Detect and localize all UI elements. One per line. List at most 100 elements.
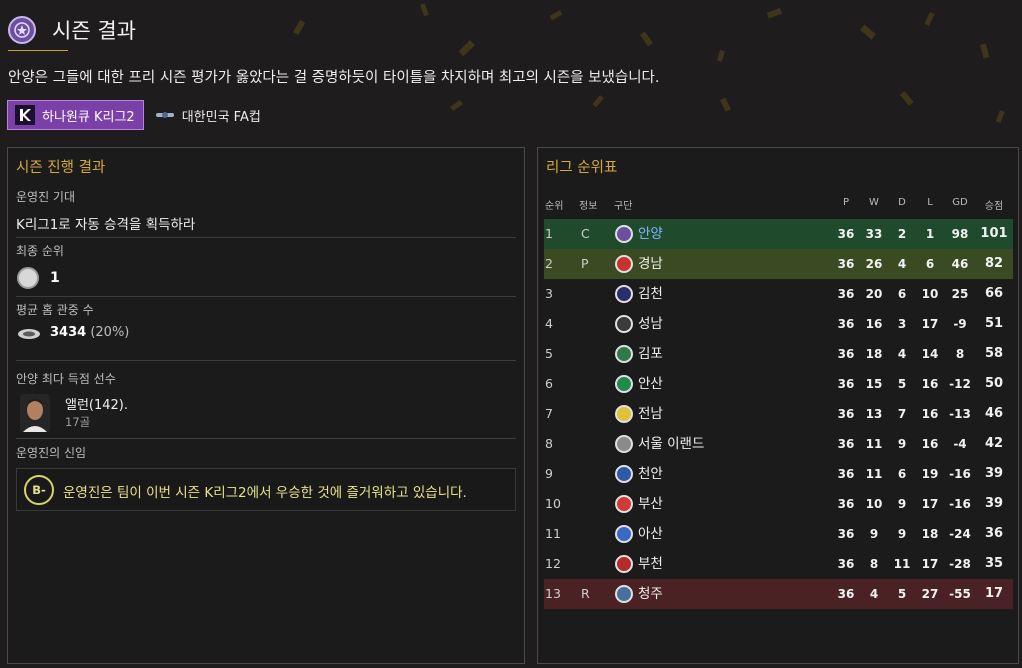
stat-p: 36 xyxy=(837,227,855,241)
table-row[interactable]: 7 전남 36 13 7 16 -13 46 xyxy=(544,399,1013,429)
table-row[interactable]: 6 안산 36 15 5 16 -12 50 xyxy=(544,369,1013,399)
stat-w: 10 xyxy=(865,497,883,511)
team-name-link[interactable]: 안양 xyxy=(638,219,663,249)
stadium-icon xyxy=(18,329,40,339)
stat-w: 26 xyxy=(865,257,883,271)
table-row[interactable]: 1 C 안양 36 33 2 1 98 101 xyxy=(544,219,1013,249)
stat-l: 18 xyxy=(921,527,939,541)
stat-p: 36 xyxy=(837,257,855,271)
stat-l: 17 xyxy=(921,557,939,571)
team-name-link[interactable]: 김포 xyxy=(638,339,663,369)
team-name-link[interactable]: 아산 xyxy=(638,519,663,549)
stat-pts: 101 xyxy=(980,226,1008,241)
league-table-panel: 리그 순위표 순위 정보 구단 P W D L GD 승점 1 C 안양 36 33 2 1… xyxy=(537,147,1019,664)
table-row[interactable]: 4 성남 36 16 3 17 -9 51 xyxy=(544,309,1013,339)
header-pts[interactable]: 승점 xyxy=(980,197,1008,212)
table-row[interactable]: 12 부천 36 8 11 17 -28 35 xyxy=(544,549,1013,579)
stat-gd: 98 xyxy=(951,227,969,241)
stat-gd: -28 xyxy=(949,557,971,571)
season-summary: 안양은 그들에 대한 프리 시즌 평가가 옳았다는 걸 증명하듯이 타이틀을 차… xyxy=(8,70,660,86)
club-crest-icon xyxy=(615,585,633,603)
table-row[interactable]: 3 김천 36 20 6 10 25 66 xyxy=(544,279,1013,309)
stat-gd: -55 xyxy=(949,587,971,601)
header-w[interactable]: W xyxy=(860,197,888,208)
stat-p: 36 xyxy=(837,527,855,541)
stat-p: 36 xyxy=(837,317,855,331)
table-row[interactable]: 5 김포 36 18 4 14 8 58 xyxy=(544,339,1013,369)
top-scorer-label: 안양 최다 득점 선수 xyxy=(16,372,116,386)
stat-pts: 66 xyxy=(984,286,1004,301)
table-row[interactable]: 8 서울 이랜드 36 11 9 16 -4 42 xyxy=(544,429,1013,459)
stat-p: 36 xyxy=(837,347,855,361)
stat-pts: 42 xyxy=(984,436,1004,451)
fa-cup-icon xyxy=(154,104,176,126)
club-crest-icon[interactable] xyxy=(8,16,36,44)
header-l[interactable]: L xyxy=(916,197,944,208)
row-position: 9 xyxy=(545,466,553,481)
top-scorer-name[interactable]: 앨런(142). xyxy=(65,394,128,413)
table-row[interactable]: 2 P 경남 36 26 4 6 46 82 xyxy=(544,249,1013,279)
team-name-link[interactable]: 안산 xyxy=(638,369,663,399)
stat-pts: 35 xyxy=(984,556,1004,571)
title-underline xyxy=(8,50,68,51)
table-row[interactable]: 10 부산 36 10 9 17 -16 39 xyxy=(544,489,1013,519)
header-gd[interactable]: GD xyxy=(946,197,974,208)
stat-w: 13 xyxy=(865,407,883,421)
stat-pts: 17 xyxy=(984,586,1004,601)
stat-pts: 58 xyxy=(984,346,1004,361)
stat-pts: 36 xyxy=(984,526,1004,541)
stat-d: 6 xyxy=(897,467,907,481)
stat-p: 36 xyxy=(837,377,855,391)
header-info[interactable]: 정보 xyxy=(579,197,597,212)
confidence-grade-badge: B- xyxy=(24,475,54,505)
tab-k-league-2[interactable]: 하나원큐 K리그2 xyxy=(7,100,144,130)
tab-fa-cup[interactable]: 대한민국 FA컵 xyxy=(154,100,269,130)
stat-gd: 25 xyxy=(951,287,969,301)
stat-gd: -4 xyxy=(953,437,967,451)
header-pos[interactable]: 순위 xyxy=(545,197,563,212)
stat-p: 36 xyxy=(837,587,855,601)
team-name-link[interactable]: 서울 이랜드 xyxy=(638,429,704,459)
team-name-link[interactable]: 천안 xyxy=(638,459,663,489)
club-crest-icon xyxy=(615,525,633,543)
team-name-link[interactable]: 김천 xyxy=(638,279,663,309)
row-position: 7 xyxy=(545,406,553,421)
stat-w: 8 xyxy=(869,557,879,571)
club-crest-icon xyxy=(615,555,633,573)
stat-l: 16 xyxy=(921,437,939,451)
table-row[interactable]: 9 천안 36 11 6 19 -16 39 xyxy=(544,459,1013,489)
table-row[interactable]: 11 아산 36 9 9 18 -24 36 xyxy=(544,519,1013,549)
k-league-icon xyxy=(14,104,36,126)
stat-d: 5 xyxy=(897,377,907,391)
club-crest-icon xyxy=(615,465,633,483)
stat-w: 11 xyxy=(865,467,883,481)
stat-pts: 82 xyxy=(984,256,1004,271)
header-d[interactable]: D xyxy=(888,197,916,208)
stat-w: 33 xyxy=(865,227,883,241)
row-position: 3 xyxy=(545,286,553,301)
tab-label: 하나원큐 K리그2 xyxy=(42,109,135,125)
stat-gd: -13 xyxy=(949,407,971,421)
stat-p: 36 xyxy=(837,497,855,511)
team-name-link[interactable]: 부천 xyxy=(638,549,663,579)
table-row[interactable]: 13 R 청주 36 4 5 27 -55 17 xyxy=(544,579,1013,609)
stat-l: 16 xyxy=(921,377,939,391)
header-p[interactable]: P xyxy=(832,197,860,208)
stat-d: 9 xyxy=(897,437,907,451)
stat-d: 11 xyxy=(893,557,911,571)
team-name-link[interactable]: 성남 xyxy=(638,309,663,339)
stat-gd: -16 xyxy=(949,467,971,481)
team-name-link[interactable]: 부산 xyxy=(638,489,663,519)
stat-d: 9 xyxy=(897,497,907,511)
table-rows: 1 C 안양 36 33 2 1 98 101 2 P 경남 36 26 4 6 46 82 3 김천 36 20 6 10 2… xyxy=(544,219,1013,609)
team-name-link[interactable]: 전남 xyxy=(638,399,663,429)
stat-w: 16 xyxy=(865,317,883,331)
stat-l: 10 xyxy=(921,287,939,301)
team-name-link[interactable]: 경남 xyxy=(638,249,663,279)
stat-l: 6 xyxy=(925,257,935,271)
player-photo[interactable] xyxy=(20,394,50,432)
team-name-link[interactable]: 청주 xyxy=(638,579,663,609)
stat-d: 4 xyxy=(897,347,907,361)
header-team[interactable]: 구단 xyxy=(614,197,632,212)
row-position: 8 xyxy=(545,436,553,451)
